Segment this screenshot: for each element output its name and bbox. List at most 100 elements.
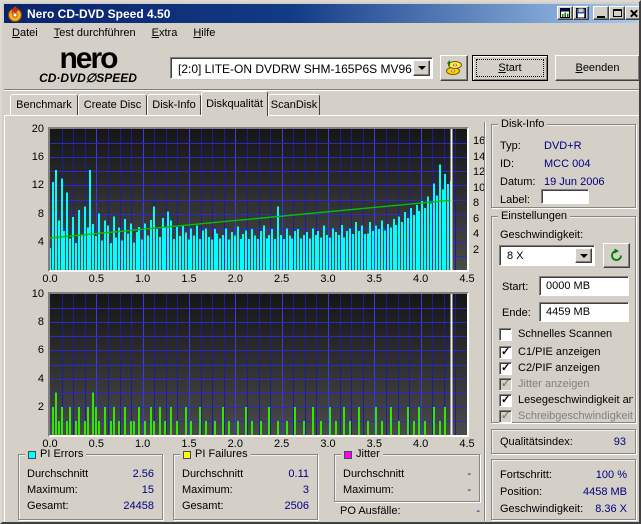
start-button-label: Start bbox=[498, 62, 522, 74]
disk-id-label: ID: bbox=[500, 158, 515, 170]
disk-label-field[interactable] bbox=[541, 189, 589, 204]
stat-label: Durchschnitt bbox=[27, 468, 89, 480]
bottom-chart-left-tick: 8 bbox=[37, 316, 44, 329]
tab-label: Disk-Info bbox=[152, 99, 196, 111]
maximize-button[interactable] bbox=[609, 6, 625, 20]
checkbox[interactable] bbox=[499, 393, 512, 407]
tab-scandisk[interactable]: ScanDisk bbox=[268, 94, 320, 115]
close-button[interactable] bbox=[625, 6, 639, 20]
menu-item-hilfe[interactable]: Hilfe bbox=[185, 24, 223, 43]
stat-label: Durchschnitt bbox=[343, 468, 405, 480]
checkbox-label: Jitter anzeigen bbox=[518, 378, 590, 390]
top-chart-x-tick: 3.0 bbox=[320, 273, 336, 285]
minimize-icon bbox=[597, 15, 605, 18]
eject-button[interactable] bbox=[440, 55, 468, 81]
drive-select-dropdown-button[interactable] bbox=[413, 60, 430, 76]
eject-disc-icon bbox=[446, 60, 462, 75]
disk-date-value: 19 Jun 2006 bbox=[544, 176, 605, 188]
po-failures-value: - bbox=[476, 505, 480, 517]
top-chart-left-tick: 16 bbox=[31, 151, 44, 164]
maximize-icon bbox=[612, 9, 622, 17]
menubar: Datei Test durchführen Extra Hilfe bbox=[4, 23, 637, 44]
checkbox[interactable] bbox=[499, 377, 512, 391]
drive-select[interactable]: [2:0] LITE-ON DVDRW SHM-165P6S MV96 bbox=[170, 57, 433, 79]
checkbox[interactable] bbox=[499, 409, 512, 423]
quit-button[interactable]: Beenden bbox=[555, 55, 639, 81]
po-failures-label: PO Ausfälle: bbox=[340, 505, 401, 517]
stat-rows: Durchschnitt - Maximum: - bbox=[343, 466, 471, 498]
checkbox-row-3[interactable]: Jitter anzeigen bbox=[499, 377, 633, 391]
disk-id-value: MCC 004 bbox=[544, 158, 591, 170]
progress-value: 100 % bbox=[595, 468, 627, 481]
checkbox-row-0[interactable]: Schnelles Scannen bbox=[499, 327, 633, 341]
tab-label: Benchmark bbox=[16, 99, 72, 111]
top-chart-left-tick: 12 bbox=[31, 179, 44, 192]
stat-value: 24458 bbox=[123, 500, 154, 512]
settings-title: Einstellungen bbox=[498, 210, 571, 223]
refresh-button[interactable] bbox=[603, 243, 630, 268]
top-chart-x-tick: 1.5 bbox=[181, 273, 197, 285]
app-icon bbox=[8, 5, 22, 22]
stat-row: Maximum: - bbox=[343, 482, 471, 498]
checkbox-row-4[interactable]: Lesegeschwindigkeit anzeigen bbox=[499, 393, 633, 407]
tab-label: Create Disc bbox=[83, 99, 142, 111]
menu-item-extra[interactable]: Extra bbox=[144, 24, 186, 43]
chart-top-plot bbox=[49, 129, 467, 270]
disc-glyph: ∅ bbox=[85, 71, 97, 85]
scan-start-label: Start: bbox=[502, 281, 529, 293]
show-graph-button[interactable] bbox=[557, 6, 573, 20]
scan-start-field[interactable]: 0000 MB bbox=[539, 276, 629, 296]
stat-box-pi-errors: PI Errors Durchschnitt 2.56 Maximum: 15 Gesam… bbox=[18, 448, 163, 520]
checkbox-label: C2/PIF anzeigen bbox=[518, 362, 600, 374]
menu-item-test-durchf-hren[interactable]: Test durchführen bbox=[46, 24, 144, 43]
speed-select[interactable]: 8 X bbox=[499, 245, 595, 266]
tab-disk-info[interactable]: Disk-Info bbox=[147, 94, 201, 115]
tab-create-disc[interactable]: Create Disc bbox=[78, 94, 147, 115]
quality-index-value: 93 bbox=[613, 436, 626, 448]
stat-box-legend: Jitter bbox=[341, 448, 383, 461]
stat-value: 3 bbox=[302, 484, 309, 496]
stat-label: Gesamt: bbox=[27, 500, 69, 512]
stat-row: Maximum: 3 bbox=[182, 482, 309, 498]
pi-errors-chart bbox=[48, 127, 469, 272]
top-chart-x-tick: 4.0 bbox=[413, 273, 429, 285]
top-chart-x-tick: 1.0 bbox=[135, 273, 151, 285]
tab-benchmark[interactable]: Benchmark bbox=[10, 94, 78, 115]
checkbox[interactable] bbox=[499, 327, 512, 341]
bottom-chart-left-tick: 4 bbox=[37, 372, 44, 385]
checkbox[interactable] bbox=[499, 361, 512, 375]
checkbox-row-1[interactable]: C1/PIE anzeigen bbox=[499, 345, 633, 359]
checkbox-label: Schnelles Scannen bbox=[518, 328, 613, 340]
stat-box-pi-failures: PI Failures Durchschnitt 0.11 Maximum: 3 Gesa… bbox=[173, 448, 318, 520]
current-speed-label: Geschwindigkeit: bbox=[500, 502, 584, 515]
speed-select-dropdown-button[interactable] bbox=[575, 248, 592, 263]
refresh-icon bbox=[611, 248, 622, 261]
top-chart-x-tick: 2.0 bbox=[227, 273, 243, 285]
menu-item-datei[interactable]: Datei bbox=[4, 24, 46, 43]
top-chart-x-tick: 0.0 bbox=[42, 273, 58, 285]
pi-failures-chart bbox=[48, 292, 469, 437]
top-chart-left-tick: 8 bbox=[37, 207, 44, 220]
stat-row: Maximum: 15 bbox=[27, 482, 154, 498]
position-label: Position: bbox=[500, 485, 543, 498]
tab-diskqualit-t[interactable]: Diskqualität bbox=[201, 91, 268, 116]
checkbox[interactable] bbox=[499, 345, 512, 359]
scan-end-field[interactable]: 4459 MB bbox=[539, 302, 629, 322]
checkbox-row-5[interactable]: Schreibgeschwindigkeit anzeigen bbox=[499, 409, 633, 423]
chart-bottom-plot bbox=[50, 294, 467, 435]
nero-logo-text: nero bbox=[59, 42, 118, 75]
stat-row: Gesamt: 24458 bbox=[27, 498, 154, 514]
close-icon bbox=[629, 9, 638, 18]
stat-box-legend: PI Failures bbox=[180, 448, 251, 461]
stat-value: - bbox=[467, 484, 471, 496]
disk-type-value: DVD+R bbox=[544, 140, 582, 152]
top-chart-left-tick: 20 bbox=[31, 123, 44, 135]
minimize-button[interactable] bbox=[593, 6, 609, 20]
checkbox-row-2[interactable]: C2/PIF anzeigen bbox=[499, 361, 633, 375]
save-results-button[interactable] bbox=[573, 6, 589, 20]
start-button[interactable]: Start bbox=[472, 55, 548, 81]
stat-box-jitter: Jitter Durchschnitt - Maximum: - bbox=[334, 448, 480, 502]
bottom-chart-left-tick: 10 bbox=[31, 288, 44, 300]
stat-row: Gesamt: 2506 bbox=[182, 498, 309, 514]
disk-type-label: Typ: bbox=[500, 140, 521, 152]
